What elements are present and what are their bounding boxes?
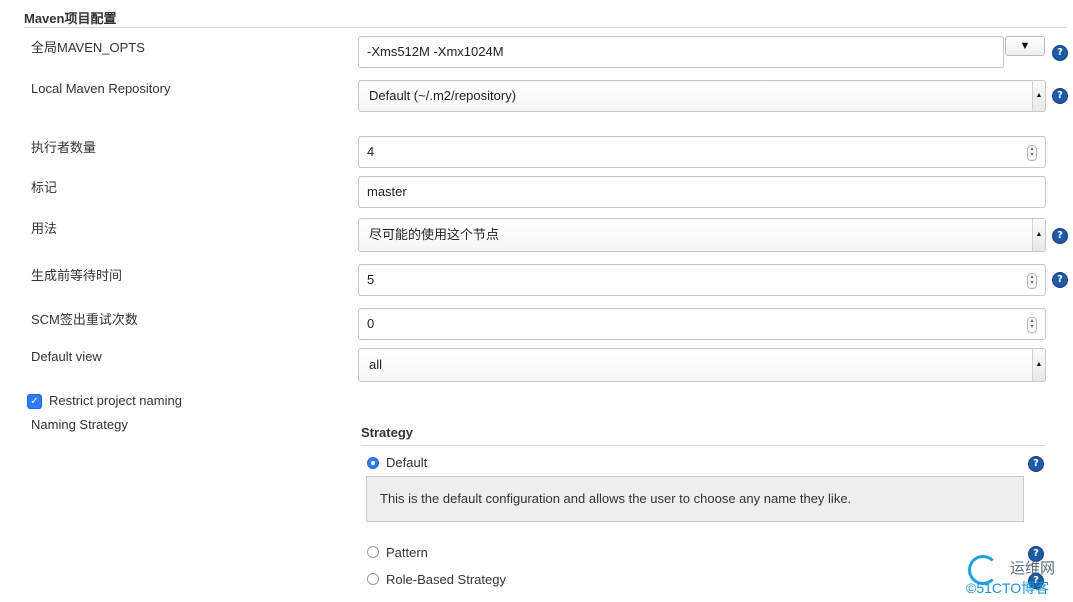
quiet-period-label: 生成前等待时间	[31, 268, 123, 283]
labels-input[interactable]: master	[358, 176, 1046, 208]
maven-opts-label: 全局MAVEN_OPTS	[31, 40, 145, 55]
section-divider	[24, 27, 1067, 28]
quiet-period-value: 5	[367, 272, 375, 287]
local-repo-select[interactable]: Default (~/.m2/repository) ▲▼	[358, 80, 1046, 112]
section-title: Maven项目配置	[24, 11, 117, 26]
scm-retry-label: SCM签出重试次数	[31, 312, 138, 327]
help-icon[interactable]: ?	[1052, 45, 1068, 61]
local-repo-label: Local Maven Repository	[31, 81, 171, 96]
chevron-down-icon: ▲▼	[1032, 219, 1045, 251]
strategy-pattern-radio[interactable]	[367, 546, 379, 558]
default-view-select[interactable]: all ▲▼	[358, 348, 1046, 382]
quiet-period-input[interactable]: 5 ▴ ▾	[358, 264, 1046, 296]
labels-label: 标记	[31, 180, 58, 195]
usage-value: 尽可能的使用这个节点	[369, 227, 500, 242]
watermark-line2: ©51CTO博客	[966, 580, 1050, 596]
help-icon[interactable]: ?	[1028, 456, 1044, 472]
strategy-divider	[361, 445, 1045, 446]
strategy-default-label[interactable]: Default	[386, 455, 427, 470]
strategy-role-based-radio[interactable]	[367, 573, 379, 585]
usage-select[interactable]: 尽可能的使用这个节点 ▲▼	[358, 218, 1046, 252]
default-view-value: all	[369, 357, 383, 372]
help-icon[interactable]: ?	[1052, 88, 1068, 104]
scm-retry-value: 0	[367, 316, 375, 331]
usage-label: 用法	[31, 221, 58, 236]
strategy-pattern-label[interactable]: Pattern	[386, 545, 428, 560]
naming-strategy-label: Naming Strategy	[31, 417, 128, 432]
watermark-line1: 运维网	[1010, 560, 1056, 577]
default-view-label: Default view	[31, 349, 102, 364]
local-repo-value: Default (~/.m2/repository)	[369, 88, 517, 103]
stepper-icon[interactable]: ▴ ▾	[1027, 317, 1037, 333]
scm-retry-input[interactable]: 0 ▴ ▾	[358, 308, 1046, 340]
strategy-default-radio[interactable]	[367, 457, 379, 469]
maven-opts-expand-button[interactable]: ▼	[1005, 36, 1045, 56]
help-icon[interactable]: ?	[1052, 272, 1068, 288]
strategy-heading: Strategy	[361, 425, 414, 440]
strategy-role-based-label[interactable]: Role-Based Strategy	[386, 572, 506, 587]
executors-input[interactable]: 4 ▴ ▾	[358, 136, 1046, 168]
chevron-down-icon: ▲▼	[1032, 81, 1045, 111]
maven-opts-input[interactable]: -Xms512M -Xmx1024M	[358, 36, 1004, 68]
executors-label: 执行者数量	[31, 140, 97, 155]
help-icon[interactable]: ?	[1052, 228, 1068, 244]
stepper-icon[interactable]: ▴ ▾	[1027, 145, 1037, 161]
executors-value: 4	[367, 144, 375, 159]
chevron-down-icon: ▲▼	[1032, 349, 1045, 381]
restrict-naming-checkbox[interactable]: ✓	[27, 394, 42, 409]
restrict-naming-label[interactable]: Restrict project naming	[49, 393, 182, 408]
strategy-description: This is the default configuration and al…	[366, 476, 1024, 522]
stepper-icon[interactable]: ▴ ▾	[1027, 273, 1037, 289]
